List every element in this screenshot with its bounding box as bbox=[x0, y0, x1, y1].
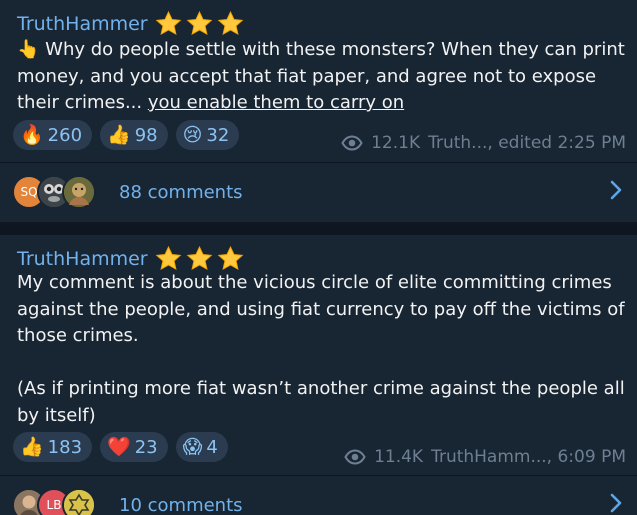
post-text: 👆 Why do people settle with these monste… bbox=[17, 37, 627, 117]
reaction-count: 23 bbox=[134, 436, 158, 458]
star-icon bbox=[186, 10, 212, 35]
star-icon bbox=[155, 245, 181, 270]
commenter-avatars: SQ bbox=[12, 175, 96, 209]
heart-emoji-icon: ❤️ bbox=[107, 435, 131, 458]
post-signature: TruthHamm..., 6:09 PM bbox=[431, 447, 626, 467]
post-text-link[interactable]: you enable them to carry on bbox=[148, 92, 404, 113]
screaming-face-emoji-icon: 😱 bbox=[182, 435, 203, 458]
reaction-thumbs-up[interactable]: 👍 98 bbox=[100, 120, 168, 150]
fire-emoji-icon: 🔥 bbox=[20, 123, 44, 146]
reaction-heart[interactable]: ❤️ 23 bbox=[100, 432, 168, 462]
chevron-right-icon[interactable] bbox=[609, 179, 623, 205]
reaction-count: 183 bbox=[47, 436, 83, 458]
channel-post: TruthHammer 👆 Why do people settle with … bbox=[0, 0, 637, 222]
view-count: 12.1K bbox=[371, 133, 421, 153]
post-meta: 11.4K TruthHamm..., 6:09 PM bbox=[344, 447, 626, 467]
comments-count-label[interactable]: 88 comments bbox=[119, 182, 243, 203]
thumbs-up-emoji-icon: 👍 bbox=[20, 435, 44, 458]
reaction-count: 4 bbox=[206, 436, 218, 458]
avatar bbox=[62, 175, 96, 209]
author-name[interactable]: TruthHammer bbox=[17, 13, 148, 35]
eye-icon bbox=[341, 135, 363, 151]
star-icon bbox=[186, 245, 212, 270]
crying-face-emoji-icon: 😢 bbox=[182, 123, 203, 146]
author-badges bbox=[153, 244, 246, 273]
author-name[interactable]: TruthHammer bbox=[17, 248, 148, 270]
reaction-crying[interactable]: 😢 32 bbox=[175, 120, 240, 150]
avatar bbox=[62, 488, 96, 515]
author-badges bbox=[153, 9, 246, 38]
comments-count-label[interactable]: 10 comments bbox=[119, 495, 243, 515]
reaction-thumbs-up[interactable]: 👍 183 bbox=[13, 432, 93, 462]
star-icon bbox=[217, 10, 243, 35]
commenter-avatars: LB bbox=[12, 488, 96, 515]
pointing-up-emoji-icon: 👆 bbox=[17, 39, 40, 60]
comments-button[interactable]: SQ 88 comments bbox=[0, 163, 637, 221]
reaction-count: 260 bbox=[47, 124, 83, 146]
post-text: My comment is about the vicious circle o… bbox=[17, 272, 625, 426]
thumbs-up-emoji-icon: 👍 bbox=[107, 123, 131, 146]
eye-icon bbox=[344, 449, 366, 465]
reactions-bar: 🔥 260 👍 98 😢 32 bbox=[13, 120, 240, 150]
comments-button[interactable]: LB 10 comments bbox=[0, 476, 637, 515]
post-meta: 12.1K Truth..., edited 2:25 PM bbox=[341, 133, 626, 153]
reaction-fire[interactable]: 🔥 260 bbox=[13, 120, 93, 150]
reaction-count: 98 bbox=[134, 124, 158, 146]
reaction-scream[interactable]: 😱 4 bbox=[175, 432, 228, 462]
reaction-count: 32 bbox=[206, 124, 230, 146]
view-count: 11.4K bbox=[374, 447, 424, 467]
channel-post: TruthHammer My comment is about the vici… bbox=[0, 235, 637, 515]
star-icon bbox=[217, 245, 243, 270]
chevron-right-icon[interactable] bbox=[609, 492, 623, 515]
post-author[interactable]: TruthHammer bbox=[17, 9, 246, 38]
reactions-bar: 👍 183 ❤️ 23 😱 4 bbox=[13, 432, 228, 462]
post-author[interactable]: TruthHammer bbox=[17, 244, 246, 273]
post-signature: Truth..., edited 2:25 PM bbox=[428, 133, 626, 153]
star-icon bbox=[155, 10, 181, 35]
